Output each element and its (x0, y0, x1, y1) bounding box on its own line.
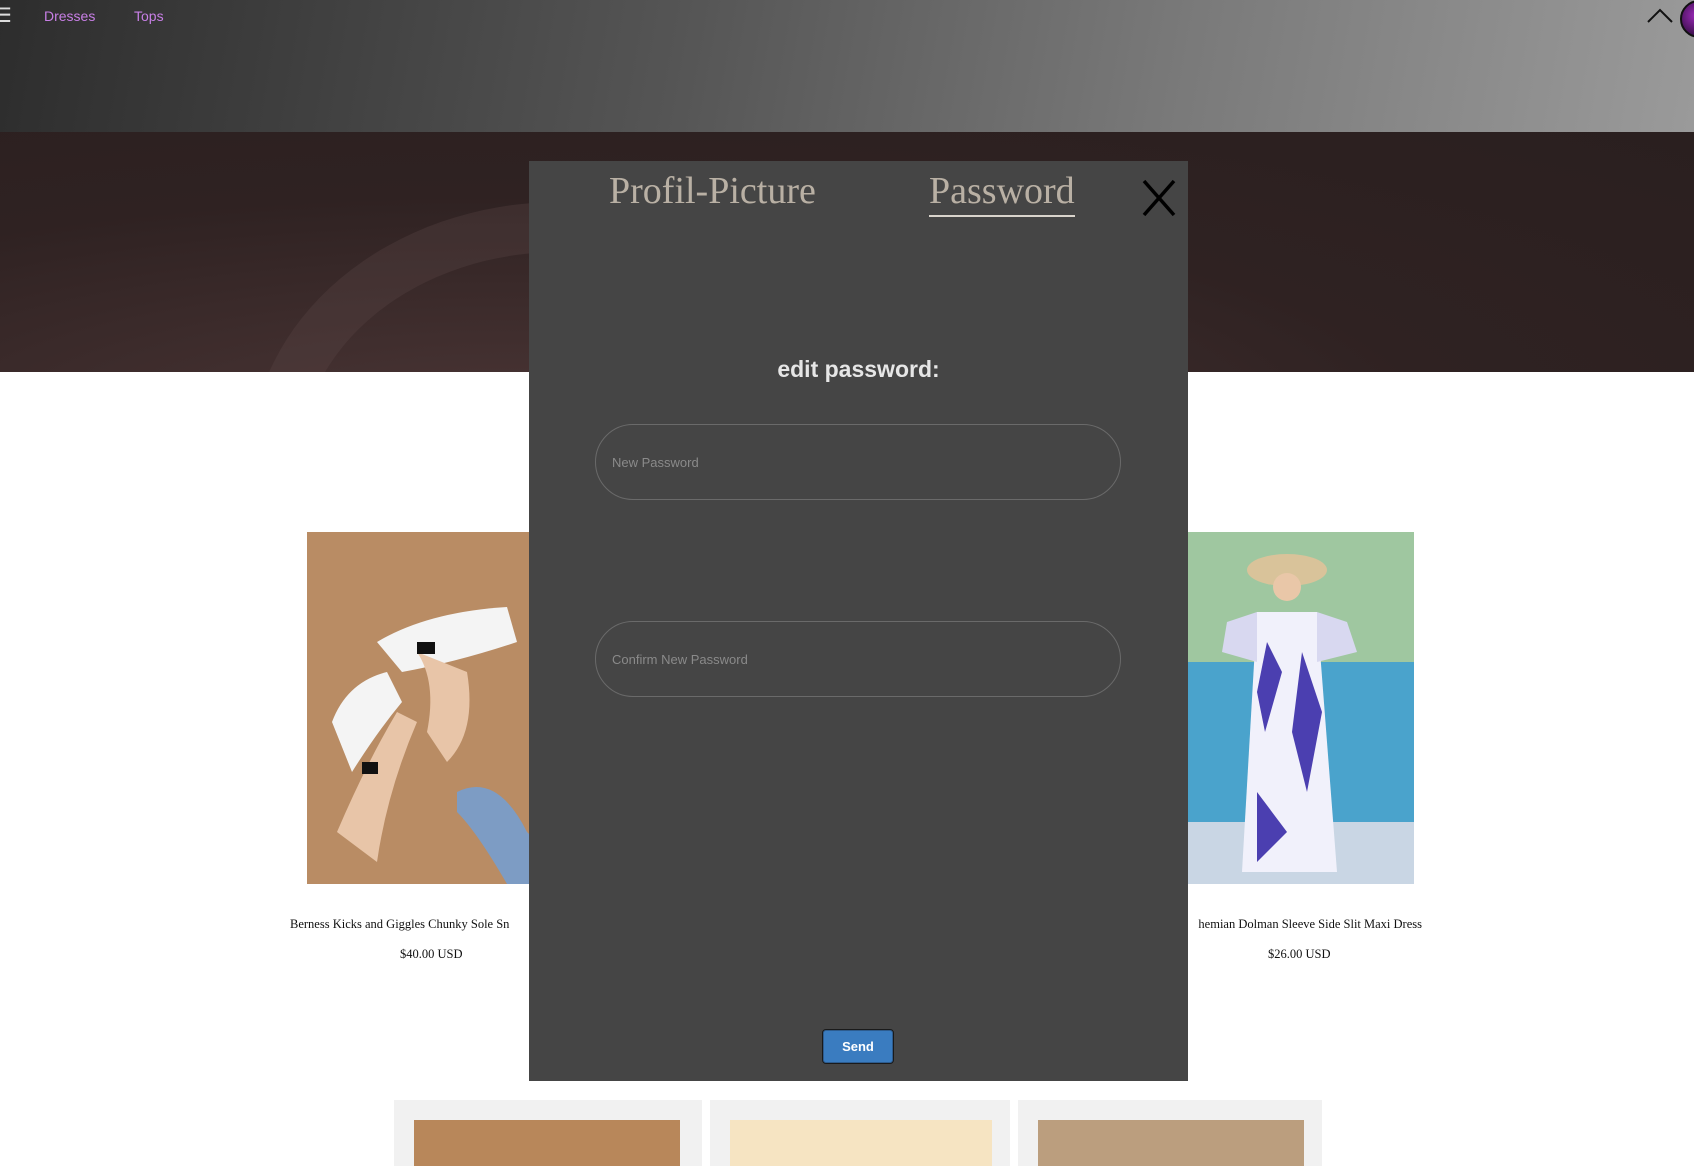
product-card[interactable] (394, 1100, 702, 1166)
close-button[interactable] (1140, 177, 1178, 219)
sneaker-photo (307, 532, 557, 884)
confirm-password-input[interactable] (595, 621, 1121, 697)
product-image[interactable] (1038, 1120, 1304, 1166)
product-card[interactable] (710, 1100, 1010, 1166)
new-password-input[interactable] (595, 424, 1121, 500)
maxi-dress-photo (1187, 532, 1414, 884)
product-image[interactable] (414, 1120, 680, 1166)
tab-profile-picture[interactable]: Profil-Picture (609, 169, 816, 213)
modal-heading: edit password: (777, 356, 940, 382)
product-price: $26.00 USD (1268, 947, 1331, 961)
edit-profile-modal: Profil-Picture Password edit password: S… (529, 161, 1188, 1081)
product-card[interactable]: hemian Dolman Sleeve Side Slit Maxi Dres… (1150, 532, 1450, 962)
close-icon (1142, 179, 1176, 217)
nav-link-dresses[interactable]: Dresses (44, 8, 95, 24)
product-name[interactable]: hemian Dolman Sleeve Side Slit Maxi Dres… (1150, 917, 1450, 932)
menu-icon[interactable]: ☰ (0, 6, 12, 26)
chevron-up-icon[interactable] (1646, 2, 1674, 30)
product-image[interactable] (1187, 532, 1414, 884)
tab-password[interactable]: Password (929, 169, 1075, 217)
product-card[interactable] (1018, 1100, 1322, 1166)
avatar[interactable] (1680, 0, 1694, 38)
nav-link-tops[interactable]: Tops (134, 8, 164, 24)
send-button[interactable]: Send (822, 1029, 894, 1064)
product-image[interactable] (730, 1120, 992, 1166)
top-navigation: ☰ Dresses Tops (0, 0, 1694, 132)
product-image[interactable] (307, 532, 557, 884)
